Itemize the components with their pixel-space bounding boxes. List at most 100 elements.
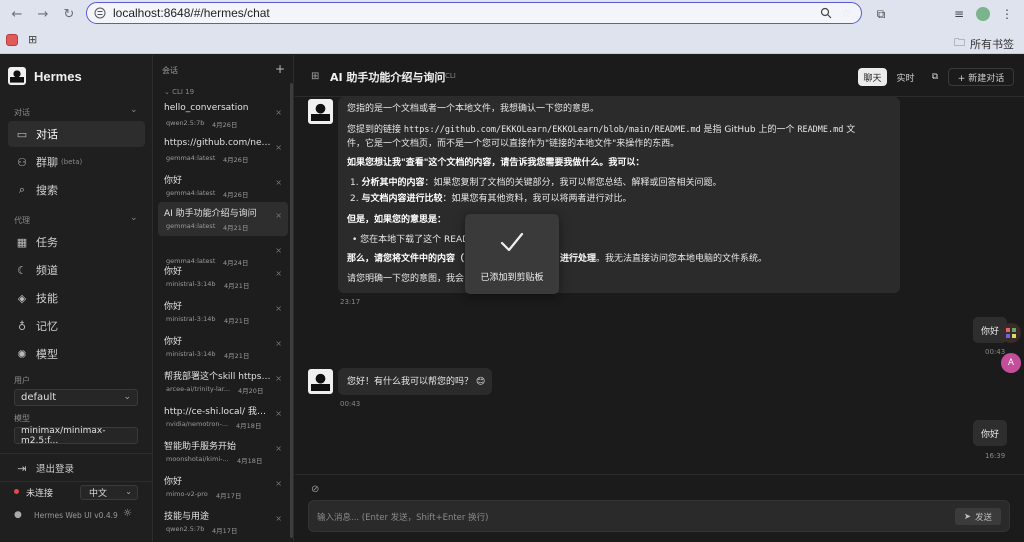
translate-icon[interactable]: A — [1001, 353, 1021, 373]
sidebar-item-label: 频道 — [36, 264, 58, 277]
conversation-model: gemma4:latest — [166, 222, 216, 230]
conversation-date: 4月17日 — [216, 492, 242, 500]
close-icon[interactable]: × — [275, 178, 282, 187]
model-select[interactable]: minimax/minimax-m2.5:f... — [14, 426, 138, 446]
close-icon[interactable]: × — [275, 339, 282, 348]
github-icon[interactable]: ● — [14, 510, 22, 520]
floating-tool-icon[interactable] — [1001, 323, 1021, 343]
conversation-model: ministral-3:14b — [166, 315, 216, 323]
close-icon[interactable]: × — [275, 479, 282, 488]
send-button[interactable]: ➤ 发送 — [955, 508, 1001, 525]
address-bar[interactable]: localhost:8648/#/hermes/chat ☆ — [86, 2, 862, 24]
sidebar-item-tasks[interactable]: ▦ 任务 — [8, 229, 145, 255]
message-text: 件，它是一个文档页，而不是一个您可以直接作为"链接的本地文件"来操作的东西。 — [347, 139, 680, 149]
conversation-date: 4月26日 — [223, 191, 249, 199]
section-collapse-icon[interactable]: ⌄ — [130, 105, 138, 115]
user-select[interactable]: default ⌄ — [14, 389, 138, 406]
conversation-item[interactable]: 帮我部署这个skill https://gi... arcee-ai/trinit… — [158, 365, 288, 399]
close-icon[interactable]: × — [275, 444, 282, 453]
all-bookmarks[interactable]: 🗀 所有书签 — [954, 34, 1014, 53]
panel-toggle-icon[interactable]: ⊞ — [311, 71, 319, 82]
message-input[interactable]: 输入消息... (Enter 发送，Shift+Enter 换行) ➤ 发送 — [308, 500, 1010, 532]
conversation-item[interactable]: 你好 gemma4:latest 4月26日 × — [158, 169, 288, 203]
more-menu-icon[interactable]: ⋮ — [998, 5, 1016, 23]
theme-toggle-icon[interactable]: ☼ — [123, 508, 132, 519]
composer-divider — [295, 474, 1024, 475]
cli-group-header[interactable]: ⌄ CLI 19 — [164, 88, 194, 96]
conversation-item[interactable]: 你好 ministral-3:14b 4月21日 × — [158, 260, 288, 294]
list-item: 1. 分析其中的内容：如果您复制了文档的关键部分，我可以帮您总结、解释或回答相关… — [350, 178, 722, 188]
media-icon[interactable]: ≡ — [950, 5, 968, 23]
user-label: 用户 — [14, 376, 30, 385]
close-icon[interactable]: × — [275, 211, 282, 220]
language-value: 中文 — [89, 489, 108, 499]
conversation-item[interactable]: https://github.com/nesque... gemma4:lates… — [158, 134, 288, 168]
conversation-item[interactable]: 你好 mimo-v2-pro 4月17日 × — [158, 470, 288, 504]
close-icon[interactable]: × — [275, 304, 282, 313]
logout-label: 退出登录 — [36, 464, 75, 475]
close-icon[interactable]: × — [275, 409, 282, 418]
bold-text: 那么，请您将文件中的内容（ — [347, 254, 465, 264]
logout-button[interactable]: ⇥ 退出登录 — [8, 457, 145, 479]
message-text: 如果您想让我"查看"这个文档的内容，请告诉我您需要我做什么。我可以： — [347, 158, 645, 168]
conversation-date: 4月18日 — [237, 457, 263, 465]
chat-bubble-icon: ▭ — [16, 127, 28, 141]
close-icon[interactable]: × — [275, 246, 282, 255]
conversation-item[interactable]: 你好 ministral-3:14b 4月21日 × — [158, 295, 288, 329]
section-collapse-icon[interactable]: ⌄ — [130, 213, 138, 223]
sidebar-item-group[interactable]: ⚇ 群聊 (beta) — [8, 149, 145, 175]
text-span: 。我无法直接访问您本地电脑的文件系统。 — [596, 254, 768, 264]
conversation-item[interactable]: http://ce-shi.local/ 我打开... nvidia/nemotr… — [158, 400, 288, 434]
sidebar-item-models[interactable]: ✺ 模型 — [8, 341, 145, 367]
new-conversation-button[interactable]: + — [275, 62, 285, 76]
sidebar-item-memory[interactable]: ♁ 记忆 — [8, 313, 145, 339]
user-message: 你好 — [973, 420, 1007, 446]
conversation-item[interactable]: AI 助手功能介绍与询问 gemma4:latest 4月21日 × — [158, 202, 288, 236]
new-chat-button[interactable]: + 新建对话 — [948, 68, 1014, 86]
message-text: 您指的是一个文档或者一个本地文件，我想确认一下您的意思。 — [347, 104, 600, 114]
conversation-model: moonshotai/kimi-... — [166, 455, 229, 463]
conversation-scrollbar[interactable] — [290, 83, 293, 538]
tab-search-icon[interactable] — [6, 34, 18, 46]
layers-icon: ◈ — [17, 291, 27, 305]
close-icon[interactable]: × — [275, 374, 282, 383]
site-info-icon[interactable] — [93, 6, 107, 20]
cli-group-label: CLI 19 — [172, 88, 195, 96]
zoom-icon[interactable] — [819, 6, 833, 20]
extensions-icon[interactable]: ⧉ — [872, 5, 890, 23]
conversation-item[interactable]: 你好 ministral-3:14b 4月21日 × — [158, 330, 288, 364]
chevron-down-icon: ⌄ — [123, 392, 131, 402]
conversation-date: 4月18日 — [236, 422, 262, 430]
conversation-title: 你好 — [164, 477, 183, 487]
close-icon[interactable]: × — [275, 514, 282, 523]
bookmark-star-icon[interactable]: ☆ — [839, 6, 853, 20]
conversation-date: 4月26日 — [223, 156, 249, 164]
logout-icon: ⇥ — [17, 461, 27, 475]
close-icon[interactable]: × — [275, 269, 282, 278]
language-select[interactable]: 中文 ⌄ — [80, 485, 138, 500]
assistant-avatar — [308, 99, 333, 124]
chat-header: ⊞ AI 助手功能介绍与询问 CLI 聊天 实时 ⧉ + 新建对话 — [295, 55, 1024, 97]
copy-icon[interactable]: ⧉ — [926, 68, 944, 86]
sidebar-item-skills[interactable]: ◈ 技能 — [8, 285, 145, 311]
sidebar-item-chat[interactable]: ▭ 对话 — [8, 121, 145, 147]
conversation-item[interactable]: 技能与用途 qwen2.5:7b 4月17日 × — [158, 505, 288, 539]
profile-avatar[interactable] — [974, 5, 992, 23]
text-span: 您提到的链接 — [347, 125, 404, 135]
close-icon[interactable]: × — [275, 143, 282, 152]
conversation-item[interactable]: 智能助手服务开始 moonshotai/kimi-... 4月18日 × — [158, 435, 288, 469]
sidebar-item-search[interactable]: ⌕ 搜索 — [8, 177, 145, 203]
apps-grid-icon[interactable]: ⊞ — [28, 33, 37, 46]
conversation-item[interactable]: hello_conversation qwen2.5:7b 4月26日 × — [158, 99, 288, 133]
tab-chat[interactable]: 聊天 — [858, 68, 887, 86]
tab-live[interactable]: 实时 — [891, 68, 920, 86]
attach-icon[interactable]: ⊘ — [311, 484, 319, 495]
input-placeholder: 输入消息... (Enter 发送，Shift+Enter 换行) — [317, 513, 489, 523]
conversation-title: 你好 — [164, 267, 183, 277]
reload-icon[interactable]: ↻ — [60, 5, 78, 23]
sidebar-item-channels[interactable]: ☾ 频道 — [8, 257, 145, 283]
forward-icon[interactable]: → — [34, 5, 52, 23]
lightbulb-icon: ♁ — [17, 319, 27, 333]
back-icon[interactable]: ← — [8, 5, 26, 23]
close-icon[interactable]: × — [275, 108, 282, 117]
